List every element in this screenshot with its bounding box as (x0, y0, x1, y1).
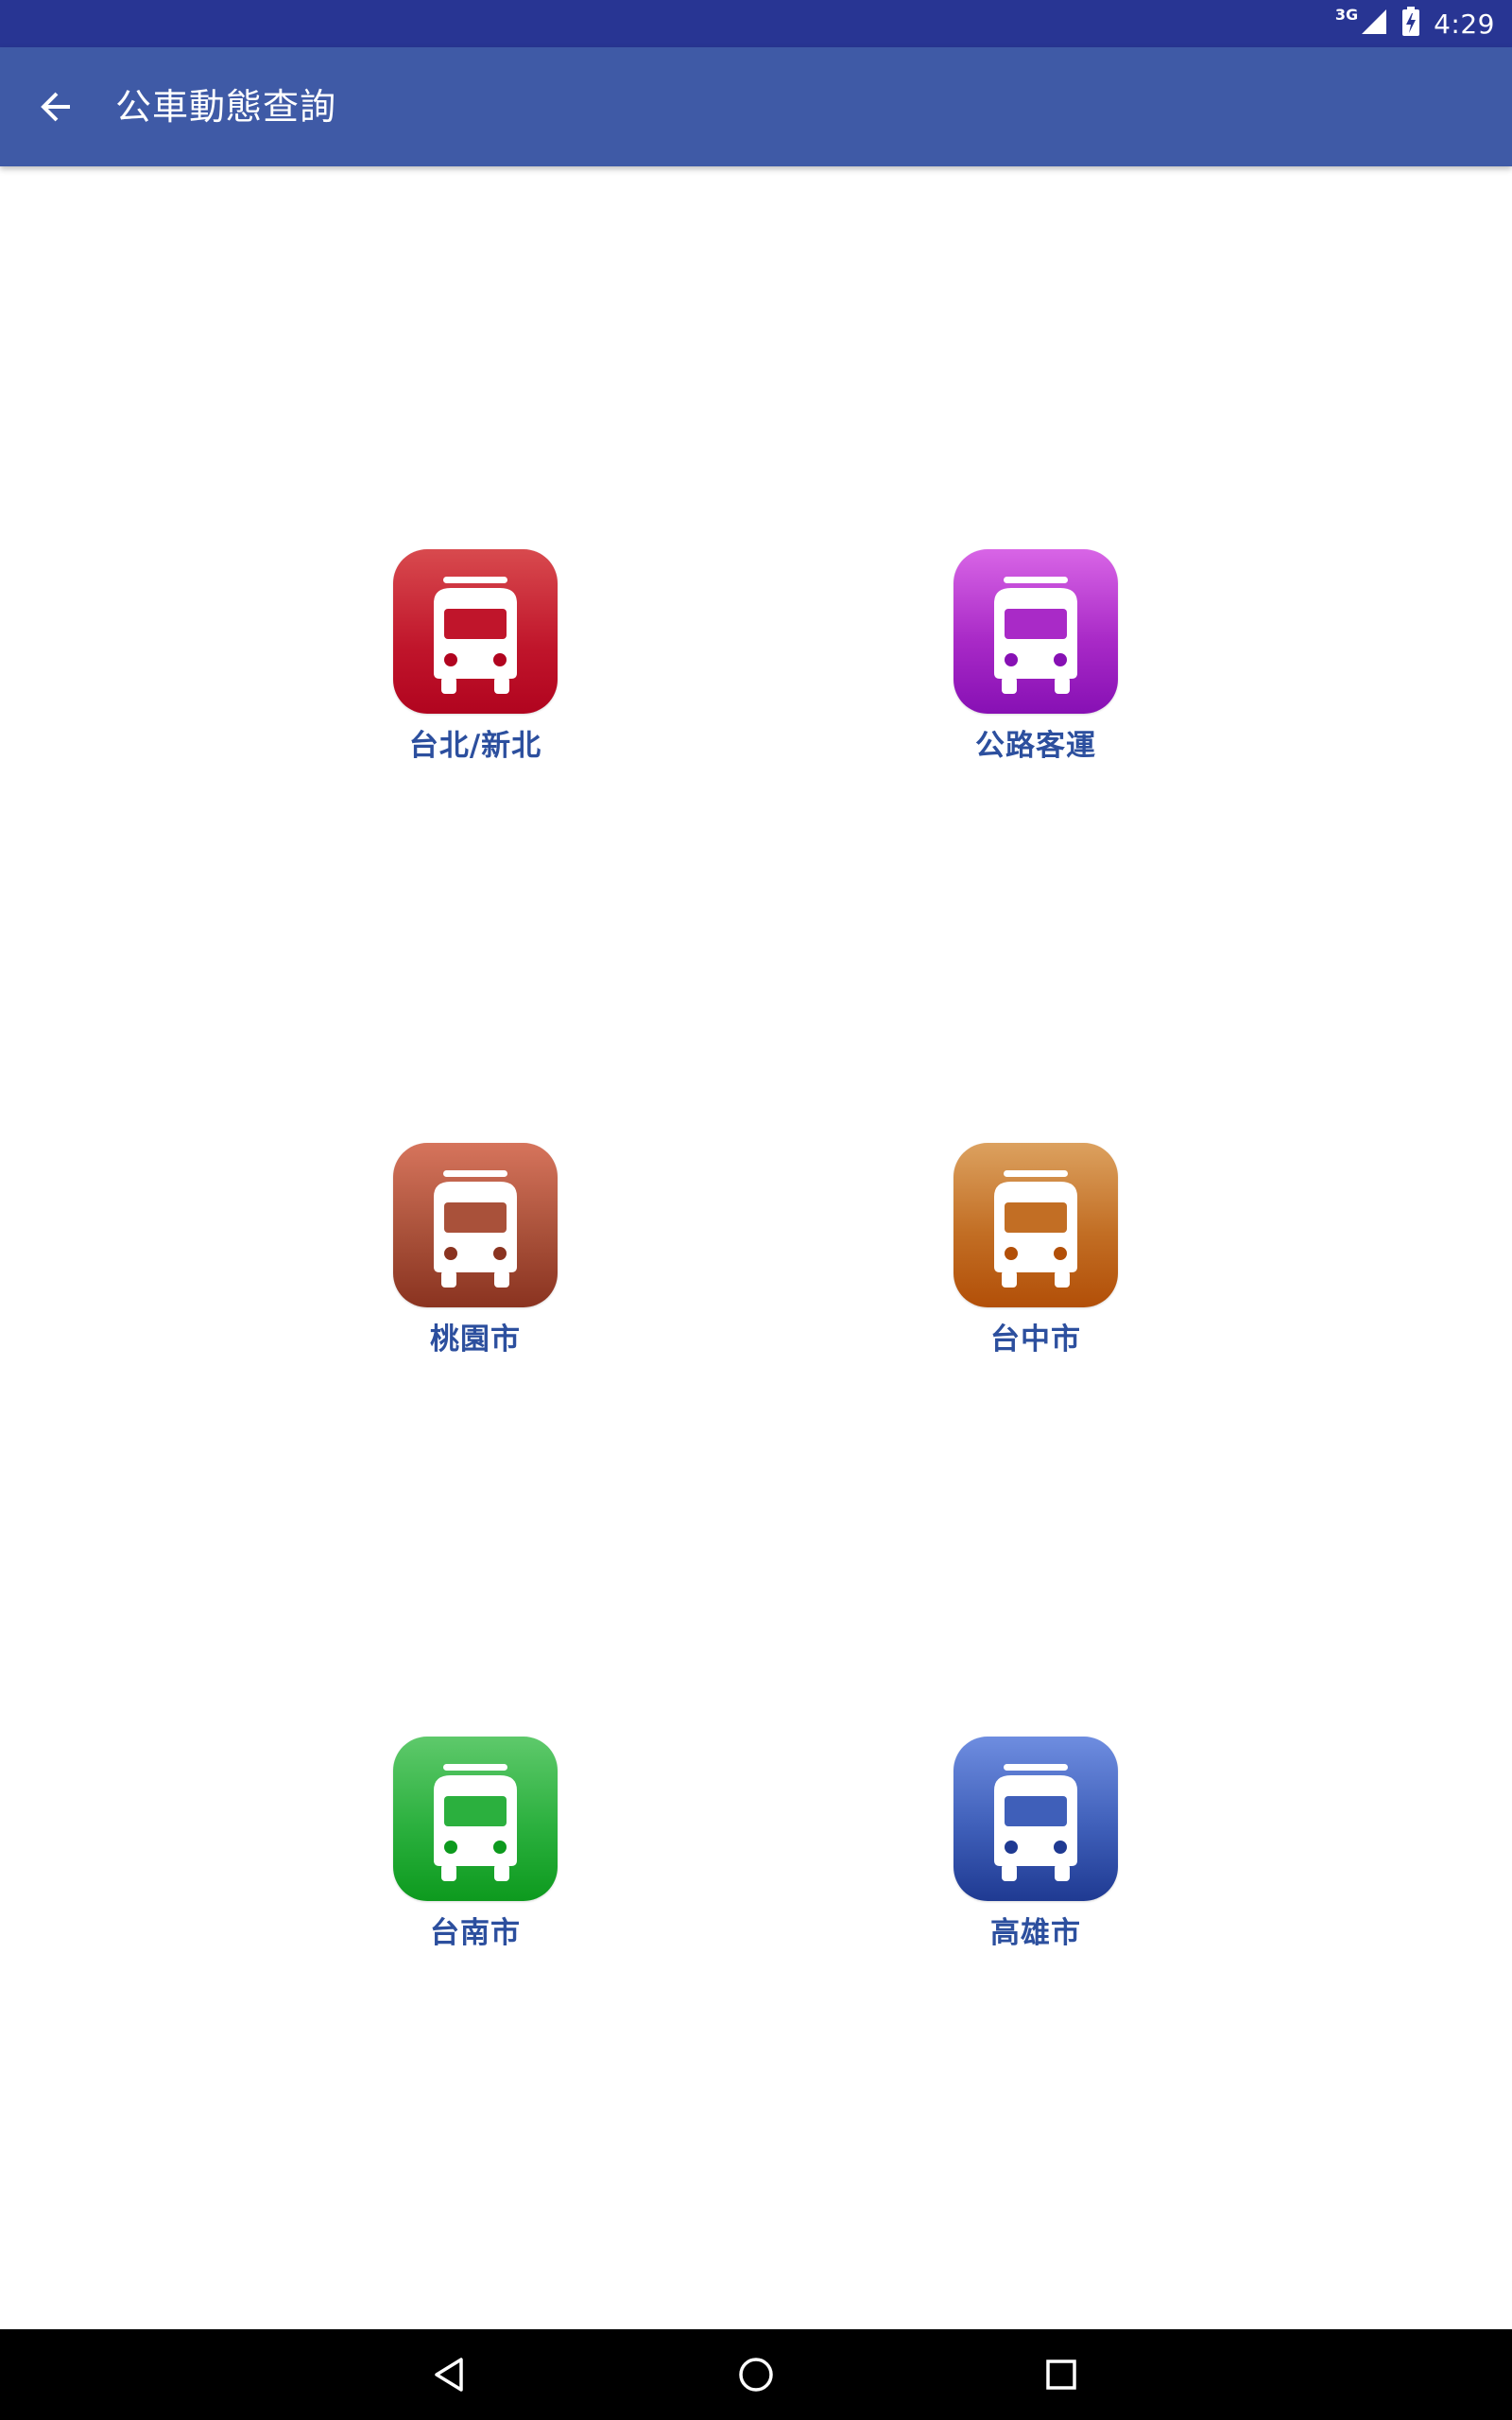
bus-tile-icon (393, 549, 558, 714)
tile-tainan[interactable]: 台南市 (334, 1737, 617, 1963)
bus-icon (994, 1764, 1077, 1881)
tile-label: 台中市 (990, 1322, 1081, 1357)
status-icons: 3G 4:29 (1335, 0, 1495, 47)
tile-label: 高雄市 (990, 1916, 1081, 1950)
tile-kaohsiung[interactable]: 高雄市 (894, 1737, 1177, 1963)
home-circle-icon (739, 2358, 773, 2392)
tile-taichung[interactable]: 台中市 (894, 1143, 1177, 1370)
navigation-bar (0, 2329, 1512, 2420)
tile-label: 台南市 (430, 1916, 521, 1950)
recents-square-icon (1046, 2360, 1076, 2390)
nav-home-button[interactable] (726, 2344, 786, 2405)
tile-taipei[interactable]: 台北/新北 (334, 549, 617, 776)
back-button[interactable] (26, 77, 87, 137)
tile-label: 公路客運 (975, 729, 1096, 763)
arrow-back-icon (41, 92, 70, 122)
bus-icon (434, 577, 517, 694)
app-bar: 公車動態查詢 (0, 47, 1512, 166)
status-bar: 3G 4:29 (0, 0, 1512, 47)
signal-icon (1360, 8, 1388, 40)
network-type-label: 3G (1334, 5, 1359, 24)
bus-icon (434, 1170, 517, 1288)
bus-icon (994, 577, 1077, 694)
status-time: 4:29 (1434, 8, 1495, 40)
app-title: 公車動態查詢 (115, 86, 337, 128)
tile-taoyuan[interactable]: 桃園市 (334, 1143, 617, 1370)
bus-tile-icon (393, 1143, 558, 1307)
bus-tile-icon (954, 549, 1118, 714)
bus-tile-icon (954, 1143, 1118, 1307)
bus-icon (434, 1764, 517, 1881)
bus-tile-icon (393, 1737, 558, 1901)
nav-back-button[interactable] (420, 2344, 480, 2405)
tile-highway-bus[interactable]: 公路客運 (894, 549, 1177, 776)
battery-charging-icon (1401, 7, 1420, 41)
tile-label: 台北/新北 (408, 729, 542, 763)
nav-recents-button[interactable] (1031, 2344, 1091, 2405)
screen: 3G 4:29 公車動態查詢 台北/新北 公路客運 桃園市 台中市 台南市 高雄… (0, 0, 1512, 2420)
bus-tile-icon (954, 1737, 1118, 1901)
tile-label: 桃園市 (430, 1322, 521, 1357)
bus-icon (994, 1170, 1077, 1288)
back-triangle-icon (435, 2358, 463, 2392)
